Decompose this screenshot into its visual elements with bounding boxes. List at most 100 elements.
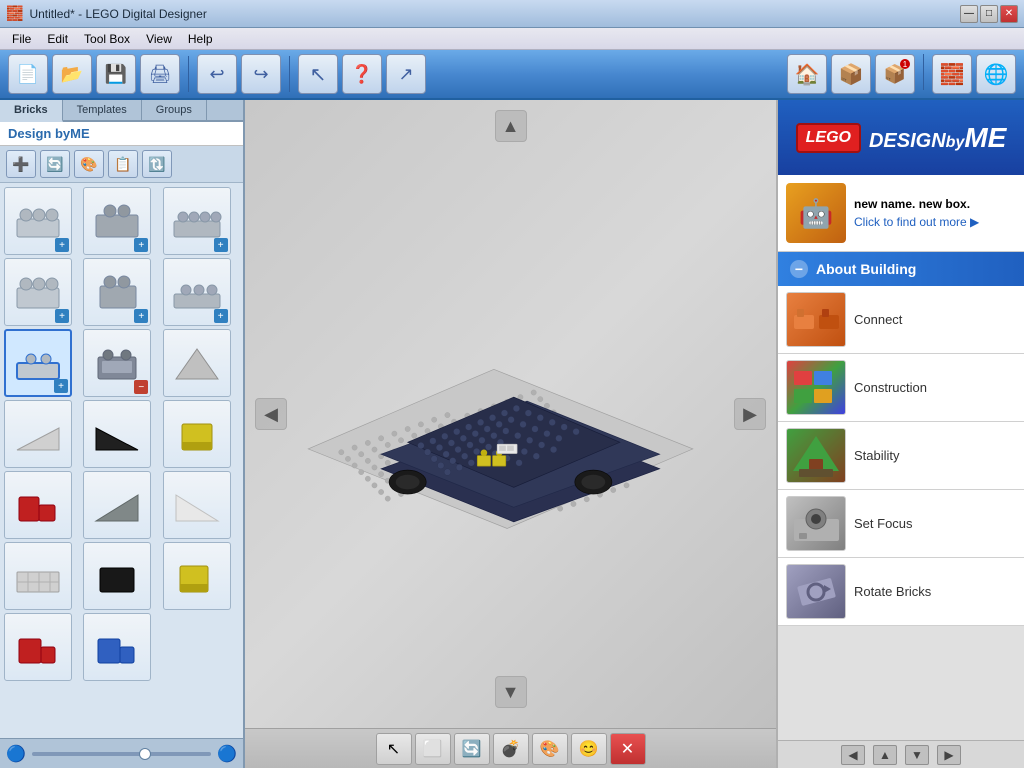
- nav-left-btn[interactable]: ◀: [841, 745, 865, 765]
- lego-logo: LEGO: [796, 123, 861, 153]
- promo-link[interactable]: Click to find out more ▶: [854, 215, 979, 229]
- brick-item[interactable]: [83, 400, 151, 468]
- tab-groups[interactable]: Groups: [142, 100, 207, 120]
- view-button-4[interactable]: 🧱: [932, 54, 972, 94]
- lego-header: LEGO DESIGNbyME: [778, 100, 1024, 175]
- panel-tabs: Bricks Templates Groups: [0, 100, 243, 122]
- viewport-up-arrow[interactable]: ▲: [495, 110, 527, 142]
- connect-thumbnail: [786, 292, 846, 347]
- close-button[interactable]: ✕: [1000, 5, 1018, 23]
- brick-item[interactable]: [4, 542, 72, 610]
- brick-item[interactable]: [163, 329, 231, 397]
- brick-add-badge: +: [214, 238, 228, 252]
- add-brick-btn[interactable]: ⬜: [415, 733, 451, 765]
- about-building-header[interactable]: − About Building: [778, 252, 1024, 286]
- brick-item[interactable]: [4, 613, 72, 681]
- undo-button[interactable]: ↩: [197, 54, 237, 94]
- new-button[interactable]: 📄: [8, 54, 48, 94]
- delete-tool-btn[interactable]: 💣: [493, 733, 529, 765]
- brick-item[interactable]: +: [83, 258, 151, 326]
- brick-item[interactable]: +: [4, 329, 72, 397]
- maximize-button[interactable]: □: [980, 5, 998, 23]
- filter-color-btn[interactable]: 🎨: [74, 150, 104, 178]
- lego-scene: [275, 160, 726, 698]
- select-tool[interactable]: ↖: [298, 54, 338, 94]
- minimize-button[interactable]: —: [960, 5, 978, 23]
- view-button-2[interactable]: 📦: [831, 54, 871, 94]
- help-button[interactable]: ❓: [342, 54, 382, 94]
- redo-button[interactable]: ↪: [241, 54, 281, 94]
- about-building-title: About Building: [816, 261, 916, 277]
- titlebar: 🧱 Untitled* - LEGO Digital Designer — □ …: [0, 0, 1024, 28]
- promo-image: 🤖: [786, 183, 846, 243]
- right-panel: LEGO DESIGNbyME 🤖 new name. new box. Cli…: [776, 100, 1024, 768]
- view-button-5[interactable]: 🌐: [976, 54, 1016, 94]
- rotate-tool-btn[interactable]: 🔄: [454, 733, 490, 765]
- filter-rotate-btn[interactable]: 🔄: [40, 150, 70, 178]
- zoom-handle[interactable]: [139, 748, 151, 760]
- nav-down-btn[interactable]: ▼: [905, 745, 929, 765]
- viewport-right-arrow[interactable]: ▶: [734, 398, 766, 430]
- right-nav-arrows: ◀ ▲ ▼ ▶: [778, 740, 1024, 768]
- setfocus-label: Set Focus: [854, 516, 913, 531]
- open-button[interactable]: 📂: [52, 54, 92, 94]
- close-tool-btn[interactable]: ✕: [610, 733, 646, 765]
- zoom-in-btn[interactable]: 🔵: [217, 744, 237, 764]
- zoom-out-btn[interactable]: 🔵: [6, 744, 26, 764]
- tutorial-item-connect[interactable]: Connect: [778, 286, 1024, 354]
- brick-add-badge: +: [54, 379, 68, 393]
- brick-item[interactable]: +: [4, 258, 72, 326]
- nav-up-btn[interactable]: ▲: [873, 745, 897, 765]
- brick-item[interactable]: [4, 471, 72, 539]
- brick-item[interactable]: [163, 542, 231, 610]
- zoom-slider[interactable]: [32, 752, 211, 756]
- menu-edit[interactable]: Edit: [39, 30, 76, 48]
- minifig-tool-btn[interactable]: 😊: [571, 733, 607, 765]
- menu-toolbox[interactable]: Tool Box: [76, 30, 138, 48]
- brick-item[interactable]: [83, 471, 151, 539]
- color-tool-btn[interactable]: 🎨: [532, 733, 568, 765]
- filter-add-btn[interactable]: ➕: [6, 150, 36, 178]
- menu-help[interactable]: Help: [180, 30, 221, 48]
- brick-item[interactable]: +: [83, 187, 151, 255]
- brick-item[interactable]: [83, 542, 151, 610]
- brick-item[interactable]: [163, 471, 231, 539]
- brick-item[interactable]: [163, 400, 231, 468]
- app-icon: 🧱: [6, 5, 23, 22]
- title-text: Untitled* - LEGO Digital Designer: [29, 7, 960, 21]
- filter-row: ➕ 🔄 🎨 📋 🔃: [0, 146, 243, 183]
- stability-label: Stability: [854, 448, 900, 463]
- brick-item[interactable]: +: [163, 187, 231, 255]
- brick-add-badge: +: [134, 238, 148, 252]
- brick-item[interactable]: [4, 400, 72, 468]
- connect-label: Connect: [854, 312, 902, 327]
- tab-bricks[interactable]: Bricks: [0, 100, 63, 122]
- setfocus-thumbnail: [786, 496, 846, 551]
- filter-copy-btn[interactable]: 📋: [108, 150, 138, 178]
- brick-grid: + + + + +: [0, 183, 243, 738]
- brick-item[interactable]: −: [83, 329, 151, 397]
- brick-item[interactable]: +: [4, 187, 72, 255]
- nav-right-btn[interactable]: ▶: [937, 745, 961, 765]
- external-link-button[interactable]: ↗: [386, 54, 426, 94]
- promo-banner[interactable]: 🤖 new name. new box. Click to find out m…: [778, 175, 1024, 252]
- brick-item[interactable]: +: [163, 258, 231, 326]
- tutorial-item-stability[interactable]: Stability: [778, 422, 1024, 490]
- print-button[interactable]: 🖨: [140, 54, 180, 94]
- tutorial-item-rotatebricks[interactable]: Rotate Bricks: [778, 558, 1024, 626]
- main-toolbar: 📄 📂 💾 🖨 ↩ ↪ ↖ ❓ ↗ 🏠 📦 📦1 🧱 🌐: [0, 50, 1024, 100]
- brick-item[interactable]: [83, 613, 151, 681]
- save-button[interactable]: 💾: [96, 54, 136, 94]
- menubar: File Edit Tool Box View Help: [0, 28, 1024, 50]
- tutorial-item-construction[interactable]: Construction: [778, 354, 1024, 422]
- tutorial-item-setfocus[interactable]: Set Focus: [778, 490, 1024, 558]
- select-tool-btn[interactable]: ↖: [376, 733, 412, 765]
- view-button-1[interactable]: 🏠: [787, 54, 827, 94]
- menu-view[interactable]: View: [138, 30, 180, 48]
- about-building-collapse-btn[interactable]: −: [790, 260, 808, 278]
- view-button-3[interactable]: 📦1: [875, 54, 915, 94]
- window-controls: — □ ✕: [960, 5, 1018, 23]
- filter-reset-btn[interactable]: 🔃: [142, 150, 172, 178]
- tab-templates[interactable]: Templates: [63, 100, 142, 120]
- menu-file[interactable]: File: [4, 30, 39, 48]
